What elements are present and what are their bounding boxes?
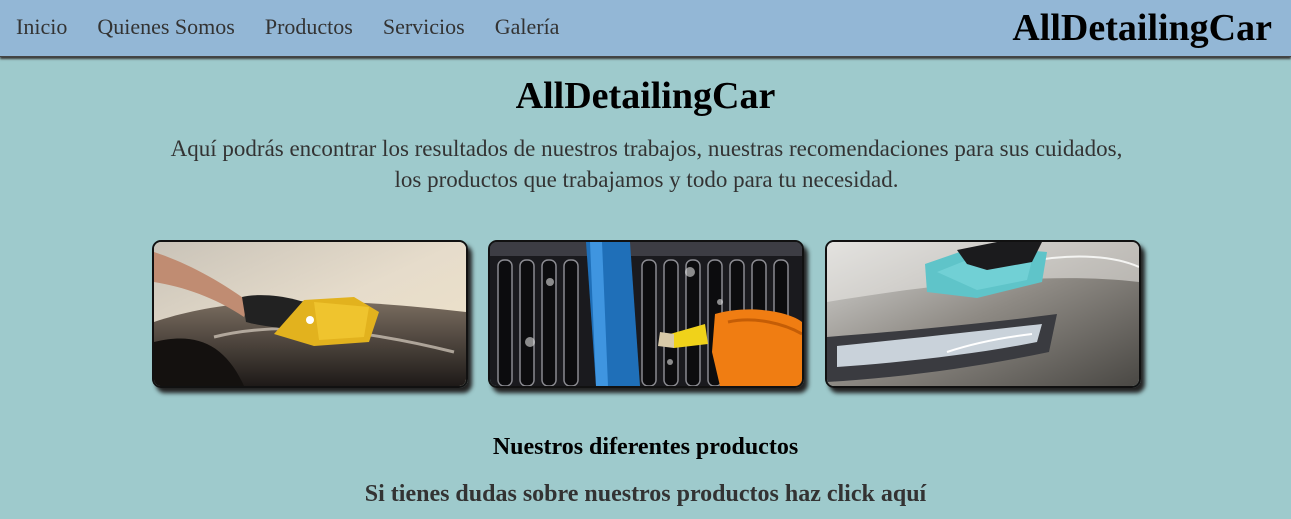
gallery-image-wiping <box>825 240 1141 388</box>
gallery-image-grille <box>488 240 804 388</box>
nav-link-servicios[interactable]: Servicios <box>383 13 465 41</box>
navbar: Inicio Quienes Somos Productos Servicios… <box>0 0 1291 57</box>
brand-logo-text[interactable]: AllDetailingCar <box>1012 6 1272 50</box>
nav-link-galeria[interactable]: Galería <box>495 13 560 41</box>
polishing-photo <box>154 242 466 386</box>
products-help-link[interactable]: Si tienes dudas sobre nuestros productos… <box>0 479 1291 509</box>
intro-text: Aquí podrás encontrar los resultados de … <box>170 136 1123 192</box>
grille-photo <box>490 242 802 386</box>
nav-link-inicio[interactable]: Inicio <box>16 13 67 41</box>
page-title: AllDetailingCar <box>515 75 776 117</box>
gallery-image-polishing <box>152 240 468 388</box>
nav-link-productos[interactable]: Productos <box>265 13 353 41</box>
products-heading: Nuestros diferentes productos <box>492 434 799 460</box>
nav-links: Inicio Quienes Somos Productos Servicios… <box>16 13 589 41</box>
wiping-photo <box>827 242 1139 386</box>
nav-link-quienes-somos[interactable]: Quienes Somos <box>97 13 235 41</box>
gallery <box>152 240 1142 388</box>
